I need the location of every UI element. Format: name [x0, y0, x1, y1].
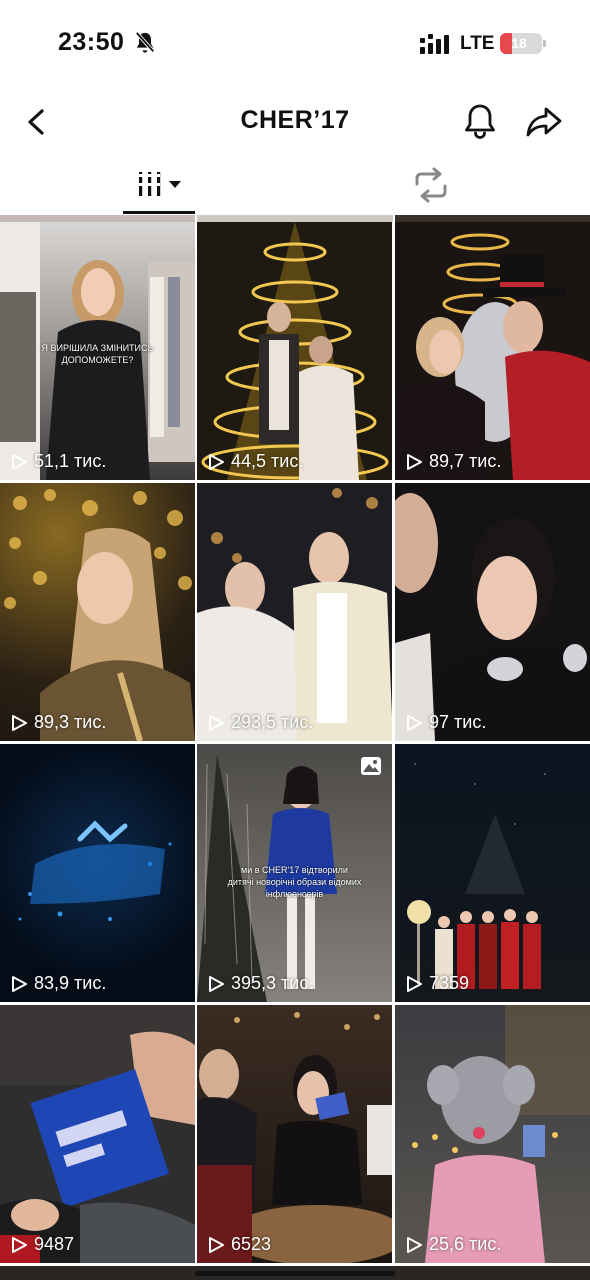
play-icon [407, 975, 422, 992]
view-count-text: 9487 [34, 1234, 75, 1254]
bell-icon[interactable] [462, 102, 498, 140]
view-count: 44,5 тис. [207, 451, 303, 472]
battery-cap [543, 40, 546, 47]
video-caption: ми в CHER'17 відтворили дитячі новорічні… [227, 865, 362, 899]
video-tile[interactable]: 97 тис. [395, 483, 590, 741]
play-icon [12, 714, 27, 731]
network-type: LTE [460, 33, 495, 54]
home-indicator[interactable] [195, 1271, 395, 1276]
page-title: CHER’17 [240, 106, 350, 134]
view-count: 7359 [405, 973, 469, 994]
view-count-text: 51,1 тис. [34, 451, 107, 471]
video-tile[interactable]: 9487 [0, 1005, 195, 1263]
view-count-text: 83,9 тис. [34, 973, 107, 993]
view-count: 97 тис. [405, 712, 486, 733]
photo-icon [361, 757, 381, 775]
grid-columns-icon [139, 172, 181, 196]
view-count-text: 89,3 тис. [34, 712, 107, 732]
tile-thumbnail [197, 488, 392, 741]
profile-header: CHER’17 [0, 90, 590, 154]
status-time: 23:50 [58, 28, 125, 56]
tile-thumbnail [201, 222, 389, 480]
view-count-text: 6523 [231, 1234, 272, 1254]
tile-thumbnail [4, 489, 195, 741]
video-tile[interactable]: 25,6 тис. [395, 1005, 590, 1263]
view-count: 83,9 тис. [10, 973, 106, 994]
view-count-text: 7359 [429, 973, 470, 993]
tile-thumbnail [412, 1005, 590, 1263]
tile-thumbnail [395, 493, 590, 741]
tab-reposts[interactable] [395, 160, 467, 215]
battery-level: 18 [511, 35, 527, 51]
view-count: 51,1 тис. [10, 451, 106, 472]
previous-row-strip [0, 215, 590, 222]
play-icon [209, 714, 224, 731]
tab-videos[interactable] [123, 160, 195, 215]
play-icon [407, 714, 422, 731]
signal-icon [420, 34, 449, 54]
play-icon [209, 1236, 224, 1253]
video-tile[interactable]: Я ВИРІШИЛА ЗМІНИТИСЬ ДОПОМОЖЕТЕ? 51,1 ти… [0, 222, 195, 480]
video-tile[interactable]: 83,9 тис. [0, 744, 195, 1002]
share-arrow-icon[interactable] [525, 104, 563, 140]
video-tile[interactable]: 44,5 тис. [197, 222, 392, 480]
play-icon [12, 1236, 27, 1253]
active-tab-indicator [123, 211, 195, 214]
view-count: 89,3 тис. [10, 712, 106, 733]
video-tile[interactable]: ми в CHER'17 відтворили дитячі новорічні… [197, 744, 392, 1002]
tile-thumbnail [395, 233, 590, 480]
play-icon [407, 1236, 422, 1253]
battery-indicator: 18 [500, 33, 546, 54]
view-count-text: 97 тис. [429, 712, 487, 732]
tile-thumbnail [197, 1012, 392, 1263]
view-count: 9487 [10, 1234, 74, 1255]
view-count-text: 44,5 тис. [231, 451, 304, 471]
view-count-text: 89,7 тис. [429, 451, 502, 471]
tile-thumbnail [0, 1005, 195, 1263]
play-icon [12, 453, 27, 470]
video-tile[interactable]: 6523 [197, 1005, 392, 1263]
play-icon [209, 975, 224, 992]
view-count: 25,6 тис. [405, 1234, 501, 1255]
view-count-text: 395,3 тис. [231, 973, 314, 993]
video-tile[interactable]: 293,5 тис. [197, 483, 392, 741]
play-icon [209, 453, 224, 470]
video-caption: Я ВИРІШИЛА ЗМІНИТИСЬ ДОПОМОЖЕТЕ? [41, 343, 154, 365]
status-bar: 23:50 LTE 18 [0, 0, 590, 90]
bell-off-icon [135, 31, 155, 53]
play-icon [12, 975, 27, 992]
content-tabs [0, 160, 590, 215]
view-count: 6523 [207, 1234, 271, 1255]
video-tile[interactable]: 7359 [395, 744, 590, 1002]
video-tile[interactable]: 89,3 тис. [0, 483, 195, 741]
view-count: 395,3 тис. [207, 973, 313, 994]
tile-thumbnail [407, 763, 546, 989]
view-count-text: 293,5 тис. [231, 712, 314, 732]
view-count-text: 25,6 тис. [429, 1234, 502, 1254]
play-icon [407, 453, 422, 470]
video-grid: Я ВИРІШИЛА ЗМІНИТИСЬ ДОПОМОЖЕТЕ? 51,1 ти… [0, 215, 590, 1280]
view-count: 89,7 тис. [405, 451, 501, 472]
video-tile[interactable]: 89,7 тис. [395, 222, 590, 480]
tile-thumbnail [18, 820, 172, 921]
repost-icon [415, 167, 447, 203]
view-count: 293,5 тис. [207, 712, 313, 733]
